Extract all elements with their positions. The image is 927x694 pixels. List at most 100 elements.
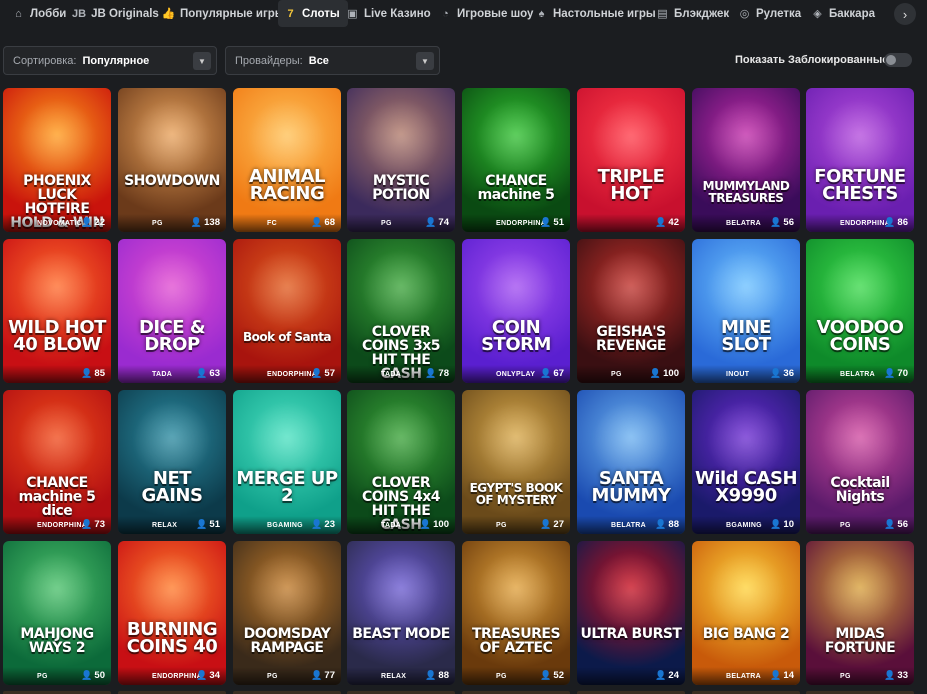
game-tile[interactable]: SHOWDOWN PG 👤 138: [118, 88, 226, 232]
provider-logo: BELATRA: [611, 522, 647, 529]
nav-item-5[interactable]: ◔ Игровые шоу: [433, 0, 541, 27]
game-title: SHOWDOWN: [124, 173, 220, 189]
provider-logo: PG: [152, 220, 163, 227]
nav-item-7[interactable]: ▤ Блэкджек: [650, 0, 737, 27]
player-count-value: 100: [663, 368, 679, 379]
game-tile[interactable]: MUMMYLAND TREASURES BELATRA 👤 56: [692, 88, 800, 232]
player-count: 👤 42: [655, 217, 679, 228]
player-count-value: 42: [668, 217, 679, 228]
game-tile[interactable]: CHANCE machine 5 dice endorphina 👤 73: [3, 390, 111, 534]
player-count-value: 34: [209, 670, 220, 681]
game-tile[interactable]: Cocktail Nights PG 👤 56: [806, 390, 914, 534]
user-icon: 👤: [196, 670, 208, 680]
game-tile[interactable]: SANTA MUMMY BELATRA 👤 88: [577, 390, 685, 534]
player-count-value: 51: [553, 217, 564, 228]
provider-logo: NOVOMATIC: [37, 220, 82, 227]
player-count-value: 67: [553, 368, 564, 379]
game-tile[interactable]: Wild CASH X9990 BGAMING 👤 10: [692, 390, 800, 534]
player-count: 👤 68: [311, 217, 335, 228]
game-tile[interactable]: EGYPT'S BOOK OF MYSTERY PG 👤 27: [462, 390, 570, 534]
user-icon: 👤: [884, 368, 896, 378]
user-icon: 👤: [540, 519, 552, 529]
providers-label: Провайдеры:: [235, 54, 303, 67]
nav-item-0[interactable]: ⌂ Лобби: [6, 0, 74, 27]
game-tile[interactable]: BEAST MODE RELAX 👤 88: [347, 541, 455, 685]
provider-logo: BELATRA: [726, 220, 762, 227]
game-tile[interactable]: Book of Santa endorphina 👤 57: [233, 239, 341, 383]
nav-item-9[interactable]: ◈ Баккара: [805, 0, 883, 27]
user-icon: 👤: [770, 217, 782, 227]
game-tile[interactable]: CLOVER COINS 4x4 HIT THE CASHTaDa👤100: [347, 390, 455, 534]
provider-logo: endorphina: [496, 220, 547, 227]
player-count-value: 33: [897, 670, 908, 681]
game-tile[interactable]: GEISHA'S REVENGE PG 👤 100: [577, 239, 685, 383]
game-tile[interactable]: WILD HOT 40 BLOW 👤 85: [3, 239, 111, 383]
game-tile[interactable]: MAHJONG WAYS 2 PG 👤 50: [3, 541, 111, 685]
game-tile[interactable]: PHOENIX LUCK HOTFIRE HOLD & WINNOVOMATIC…: [3, 88, 111, 232]
player-count: 👤 85: [81, 368, 105, 379]
game-tile[interactable]: BURNING COINS 40 endorphina 👤 34: [118, 541, 226, 685]
nav-item-3[interactable]: 7 Слоты: [278, 0, 348, 27]
sort-label: Сортировка:: [13, 54, 77, 67]
game-art-glow: [476, 98, 556, 178]
player-count: 👤 50: [81, 670, 105, 681]
game-title: EGYPT'S BOOK OF MYSTERY: [469, 481, 563, 507]
game-title: DICE & DROP: [138, 317, 206, 355]
player-count: 👤 88: [425, 670, 449, 681]
game-tile[interactable]: FORTUNE CHESTS endorphina 👤 86: [806, 88, 914, 232]
player-count-value: 52: [553, 670, 564, 681]
provider-logo: TaDa: [152, 371, 173, 378]
provider-logo: RELAX: [381, 673, 407, 680]
provider-logo: Onlyplay: [496, 371, 536, 378]
player-count: 👤 56: [770, 217, 794, 228]
provider-logo: BGAMING: [726, 522, 762, 529]
game-tile[interactable]: ULTRA BURST 👤 24: [577, 541, 685, 685]
game-tile[interactable]: COIN STORM Onlyplay 👤 67: [462, 239, 570, 383]
player-count-value: 10: [783, 519, 794, 530]
nav-item-6[interactable]: ♠ Настольные игры: [529, 0, 664, 27]
game-tile[interactable]: DOOMSDAY RAMPAGE PG 👤 77: [233, 541, 341, 685]
game-tile[interactable]: MYSTIC POTION PG 👤 74: [347, 88, 455, 232]
game-tile[interactable]: DICE & DROP TaDa 👤 63: [118, 239, 226, 383]
nav-item-2[interactable]: 👍 Популярные игры: [156, 0, 293, 27]
game-tile[interactable]: TREASURES OF AZTEC PG 👤 52: [462, 541, 570, 685]
player-count: 👤 100: [420, 519, 449, 530]
game-tile[interactable]: BIG BANG 2 BELATRA 👤 14: [692, 541, 800, 685]
nav-item-8[interactable]: ◎ Рулетка: [732, 0, 809, 27]
user-icon: 👤: [540, 670, 552, 680]
game-art-glow: [361, 400, 441, 480]
game-tile[interactable]: MERGE UP 2 BGAMING 👤 23: [233, 390, 341, 534]
player-count: 👤 23: [311, 519, 335, 530]
sort-select[interactable]: Сортировка: Популярное ▼: [3, 46, 217, 75]
user-icon: 👤: [190, 217, 203, 227]
game-tile[interactable]: TRIPLE HOT 👤 42: [577, 88, 685, 232]
provider-logo: endorphina: [840, 220, 891, 227]
game-title: TREASURES OF AZTEC: [471, 626, 561, 656]
user-icon: 👤: [540, 368, 552, 378]
player-count: 👤 36: [770, 368, 794, 379]
game-tile[interactable]: MIDAS FORTUNE PG 👤 33: [806, 541, 914, 685]
game-tile[interactable]: MINE SLOT INOUT 👤 36: [692, 239, 800, 383]
user-icon: 👤: [884, 519, 896, 529]
game-title: ULTRA BURST: [580, 626, 682, 642]
user-icon: 👤: [81, 670, 93, 680]
player-count-value: 23: [324, 519, 335, 530]
game-tile[interactable]: CHANCE machine 5 endorphina 👤 51: [462, 88, 570, 232]
game-tile[interactable]: CLOVER COINS 3x5 HIT THE CASHTaDa👤78: [347, 239, 455, 383]
nav-item-1[interactable]: JB JB Originals: [66, 0, 167, 27]
nav-item-label: Популярные игры: [180, 7, 285, 20]
nav-next-button[interactable]: ›: [894, 3, 916, 25]
table-games-icon: ♠: [538, 7, 545, 20]
providers-select[interactable]: Провайдеры: Все ▼: [225, 46, 440, 75]
game-tile[interactable]: VOODOO COINS BELATRA 👤 70: [806, 239, 914, 383]
game-tile[interactable]: NET GAINS RELAX 👤 51: [118, 390, 226, 534]
user-icon: 👤: [884, 670, 896, 680]
game-tile[interactable]: ANIMAL RACING FC 👤 68: [233, 88, 341, 232]
player-count-value: 50: [94, 670, 105, 681]
show-locked-toggle[interactable]: [884, 53, 912, 67]
nav-item-4[interactable]: ▣ Live Казино: [340, 0, 439, 27]
provider-logo: PG: [496, 673, 507, 680]
provider-logo: BGAMING: [267, 522, 303, 529]
provider-logo: endorphina: [37, 522, 88, 529]
game-title: WILD HOT 40 BLOW: [8, 317, 106, 355]
